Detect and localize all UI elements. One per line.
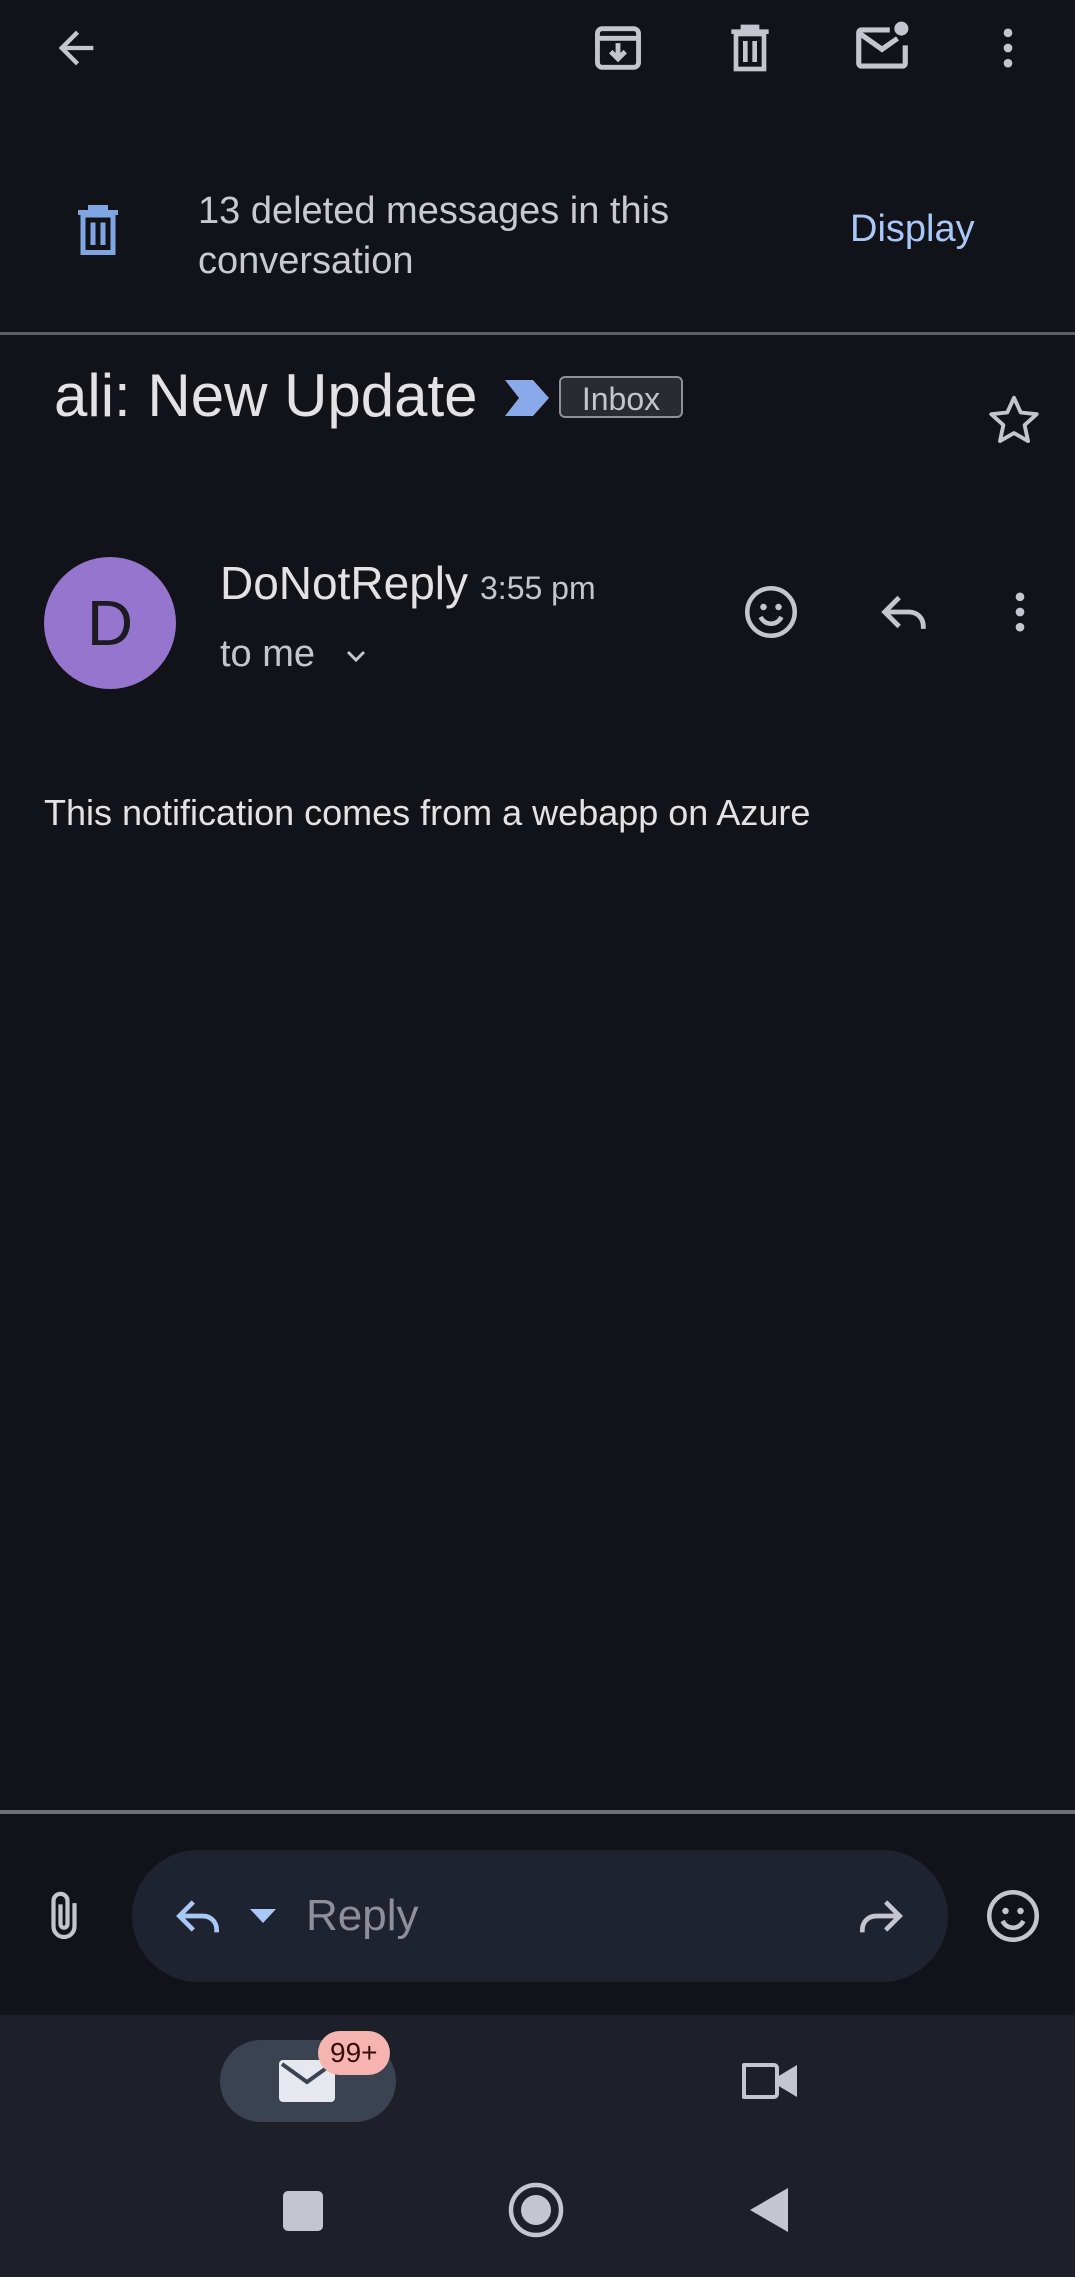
more-vertical-icon — [1015, 592, 1025, 632]
more-vertical-icon — [1003, 28, 1013, 68]
composer-emoji-button[interactable] — [973, 1876, 1053, 1956]
add-reaction-button[interactable] — [731, 572, 811, 652]
divider — [0, 332, 1075, 335]
recipient-details-toggle[interactable]: to me — [220, 633, 372, 676]
recents-button[interactable] — [282, 2190, 324, 2232]
recipient-text: to me — [220, 633, 316, 675]
system-back-button[interactable] — [748, 2186, 790, 2234]
home-circle-icon — [508, 2182, 564, 2238]
paperclip-icon — [51, 1891, 77, 1940]
message-time: 3:55 pm — [480, 570, 596, 606]
reply-button[interactable] — [864, 572, 944, 652]
composer-divider — [0, 1810, 1075, 1814]
star-icon — [989, 395, 1039, 443]
sender-avatar[interactable]: D — [44, 557, 176, 689]
sender-name: DoNotReply — [220, 557, 468, 609]
emoji-icon — [745, 586, 797, 638]
caret-down-icon — [250, 1909, 276, 1923]
attach-button[interactable] — [24, 1876, 104, 1956]
archive-icon — [595, 26, 641, 70]
display-deleted-button[interactable]: Display — [850, 208, 975, 251]
archive-button[interactable] — [578, 8, 658, 88]
reply-input[interactable] — [306, 1882, 806, 1950]
forward-button[interactable] — [841, 1876, 921, 1956]
reply-mode-dropdown[interactable] — [248, 1905, 278, 1927]
back-arrow-icon — [58, 30, 94, 66]
delete-icon — [731, 24, 769, 72]
trash-icon — [78, 205, 118, 255]
deleted-trash-icon-wrap — [68, 200, 128, 260]
inbox-label-chip[interactable]: Inbox — [559, 376, 683, 418]
mark-unread-button[interactable] — [842, 8, 922, 88]
email-subject: ali: New Update — [54, 362, 478, 429]
star-button[interactable] — [974, 380, 1054, 460]
forward-icon — [860, 1900, 903, 1933]
nav-meet-tab[interactable] — [731, 2041, 811, 2121]
square-icon — [283, 2191, 323, 2231]
reply-icon — [881, 595, 926, 629]
home-button[interactable] — [508, 2182, 564, 2238]
emoji-icon — [987, 1890, 1039, 1942]
reply-mode-button[interactable] — [158, 1876, 238, 1956]
mark-unread-icon — [856, 21, 909, 69]
importance-marker-icon[interactable] — [503, 378, 551, 418]
email-body: This notification comes from a webapp on… — [44, 792, 811, 833]
delete-button[interactable] — [710, 8, 790, 88]
triangle-back-icon — [750, 2188, 788, 2232]
unread-count-badge: 99+ — [318, 2031, 390, 2075]
back-button[interactable] — [36, 8, 116, 88]
deleted-messages-text: 13 deleted messages in this conversation — [198, 190, 670, 282]
video-camera-icon — [742, 2063, 797, 2099]
message-more-button[interactable] — [980, 572, 1060, 652]
reply-icon — [176, 1900, 219, 1933]
chevron-down-icon — [346, 650, 365, 663]
more-options-button[interactable] — [968, 8, 1048, 88]
